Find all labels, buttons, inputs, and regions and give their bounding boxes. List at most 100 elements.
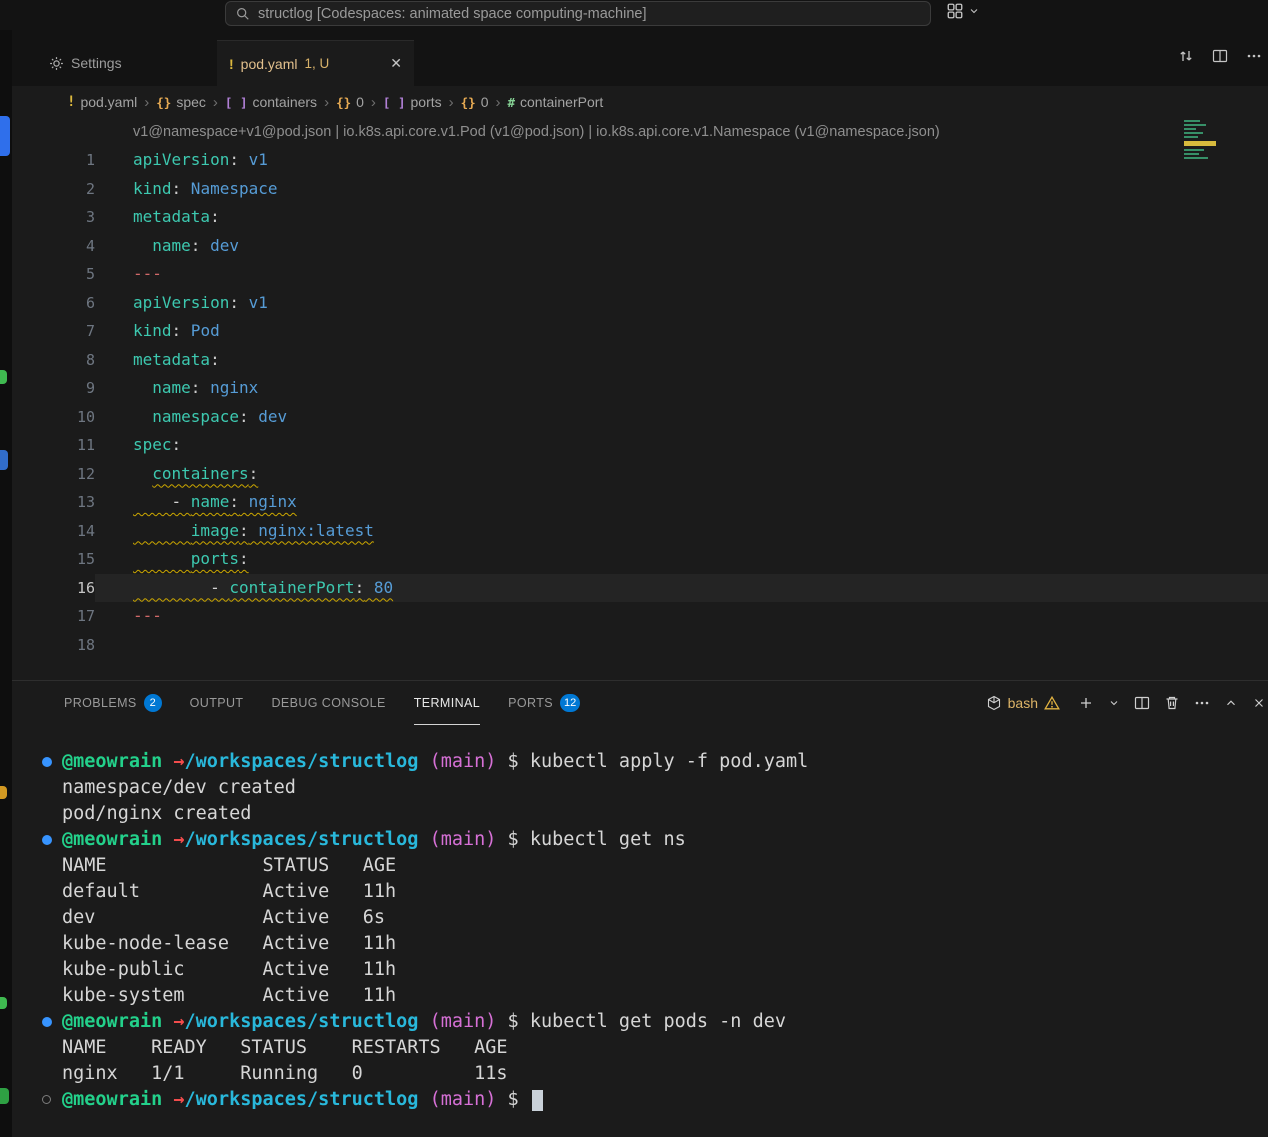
panel-tab-problems[interactable]: PROBLEMS2 (64, 681, 162, 725)
code-line[interactable]: 13 - name: nginx (12, 488, 1268, 517)
panel-tab-ports[interactable]: PORTS12 (508, 681, 580, 725)
panel-more-actions-icon[interactable] (1194, 695, 1210, 711)
code-line-content[interactable]: namespace: dev (95, 403, 1268, 432)
code-line-content[interactable]: --- (95, 602, 1268, 631)
terminal-gutter (12, 1035, 62, 1061)
command-decoration-icon[interactable] (42, 835, 52, 845)
code-line-content[interactable]: spec: (95, 431, 1268, 460)
code-token: metadata (133, 350, 210, 369)
breadcrumb-item-0[interactable]: {}0 (336, 94, 364, 110)
code-line[interactable]: 15 ports: (12, 545, 1268, 574)
close-panel-icon[interactable] (1252, 696, 1266, 710)
line-number[interactable]: 9 (12, 374, 95, 403)
vscode-window: structlog [Codespaces: animated space co… (0, 0, 1268, 1137)
tab-settings[interactable]: Settings (37, 40, 187, 86)
code-line-content[interactable]: --- (95, 260, 1268, 289)
line-number[interactable]: 6 (12, 289, 95, 318)
panel-tab-debug-console[interactable]: DEBUG CONSOLE (271, 681, 385, 725)
code-line-content[interactable]: metadata: (95, 203, 1268, 232)
command-decoration-icon[interactable] (42, 1095, 51, 1104)
line-number[interactable]: 15 (12, 545, 95, 574)
line-number[interactable]: 10 (12, 403, 95, 432)
breadcrumb-item-pod.yaml[interactable]: !pod.yaml (67, 94, 137, 110)
breadcrumb-item-ports[interactable]: [ ]ports (383, 94, 442, 110)
line-number[interactable]: 12 (12, 460, 95, 489)
split-terminal-icon[interactable] (1134, 695, 1150, 711)
open-changes-icon[interactable] (1178, 48, 1194, 64)
code-line[interactable]: 5--- (12, 260, 1268, 289)
close-icon[interactable]: ✕ (390, 55, 402, 72)
code-line-content[interactable]: image: nginx:latest (95, 517, 1268, 546)
code-line-content[interactable]: ports: (95, 545, 1268, 574)
terminal-shell-item[interactable]: bash (986, 695, 1060, 711)
code-line[interactable]: 17--- (12, 602, 1268, 631)
code-line[interactable]: 14 image: nginx:latest (12, 517, 1268, 546)
code-line[interactable]: 2kind: Namespace (12, 175, 1268, 204)
breadcrumb-item-0[interactable]: {}0 (461, 94, 489, 110)
terminal[interactable]: @meowrain →/workspaces/structlog (main) … (12, 725, 1268, 1113)
code-line[interactable]: 11spec: (12, 431, 1268, 460)
line-number[interactable]: 18 (12, 631, 95, 660)
code-line-content[interactable]: name: nginx (95, 374, 1268, 403)
line-number[interactable]: 14 (12, 517, 95, 546)
breadcrumb-separator-icon: › (371, 94, 376, 111)
tab-pod-yaml[interactable]: ! pod.yaml 1, U ✕ (217, 40, 414, 86)
code-token: - (133, 492, 191, 511)
code-line[interactable]: 7kind: Pod (12, 317, 1268, 346)
panel-tab-output[interactable]: OUTPUT (190, 681, 244, 725)
command-decoration-icon[interactable] (42, 1017, 52, 1027)
breadcrumb-item-spec[interactable]: {}spec (156, 94, 206, 110)
line-number[interactable]: 5 (12, 260, 95, 289)
line-number[interactable]: 8 (12, 346, 95, 375)
kill-terminal-trash-icon[interactable] (1164, 695, 1180, 711)
line-number[interactable]: 1 (12, 146, 95, 175)
minimap[interactable] (1184, 120, 1218, 166)
code-line-content[interactable]: apiVersion: v1 (95, 289, 1268, 318)
new-terminal-icon[interactable] (1078, 695, 1094, 711)
line-number[interactable]: 13 (12, 488, 95, 517)
line-number[interactable]: 3 (12, 203, 95, 232)
code-line-content[interactable]: metadata: (95, 346, 1268, 375)
code-line[interactable]: 9 name: nginx (12, 374, 1268, 403)
maximize-panel-chevron-up-icon[interactable] (1224, 696, 1238, 710)
code-line-content[interactable]: apiVersion: v1 (95, 146, 1268, 175)
code-line[interactable]: 10 namespace: dev (12, 403, 1268, 432)
code-line[interactable]: 6apiVersion: v1 (12, 289, 1268, 318)
code-line-content[interactable]: - name: nginx (95, 488, 1268, 517)
code-line[interactable]: 3metadata: (12, 203, 1268, 232)
split-editor-icon[interactable] (1212, 48, 1228, 64)
line-number[interactable]: 7 (12, 317, 95, 346)
code-line[interactable]: 8metadata: (12, 346, 1268, 375)
terminal-profile-chevron-icon[interactable] (1108, 697, 1120, 709)
code-line[interactable]: 4 name: dev (12, 232, 1268, 261)
symbol-object-icon: {} (156, 95, 171, 110)
code-line[interactable]: 18 (12, 631, 1268, 660)
code-line-content[interactable]: name: dev (95, 232, 1268, 261)
line-number[interactable]: 16 (12, 574, 95, 603)
code-line-content[interactable]: kind: Pod (95, 317, 1268, 346)
breadcrumb-item-containerport[interactable]: #containerPort (507, 94, 603, 110)
code-line[interactable]: 1apiVersion: v1 (12, 146, 1268, 175)
code-line-content[interactable]: - containerPort: 80 (95, 574, 1268, 603)
line-number[interactable]: 4 (12, 232, 95, 261)
line-number[interactable]: 11 (12, 431, 95, 460)
line-number[interactable]: 2 (12, 175, 95, 204)
command-decoration-icon[interactable] (42, 757, 52, 767)
more-actions-icon[interactable] (1246, 48, 1262, 64)
panel-tab-terminal[interactable]: TERMINAL (414, 681, 480, 725)
chevron-down-icon[interactable] (968, 5, 980, 17)
code-line-content[interactable]: containers: (95, 460, 1268, 489)
code-line[interactable]: 12 containers: (12, 460, 1268, 489)
gear-icon (49, 56, 64, 71)
command-center-search[interactable]: structlog [Codespaces: animated space co… (225, 1, 931, 26)
code-line-content[interactable]: kind: Namespace (95, 175, 1268, 204)
code-line[interactable]: 16 - containerPort: 80 (12, 574, 1268, 603)
code-token: containers (152, 464, 248, 483)
breadcrumb-item-containers[interactable]: [ ]containers (225, 94, 317, 110)
line-number[interactable]: 17 (12, 602, 95, 631)
codespaces-icon[interactable] (946, 2, 964, 20)
code-editor[interactable]: 1apiVersion: v12kind: Namespace3metadata… (12, 146, 1268, 659)
code-line-content[interactable] (95, 631, 1268, 660)
breadcrumb-separator-icon: › (144, 94, 149, 111)
code-token (133, 378, 152, 397)
